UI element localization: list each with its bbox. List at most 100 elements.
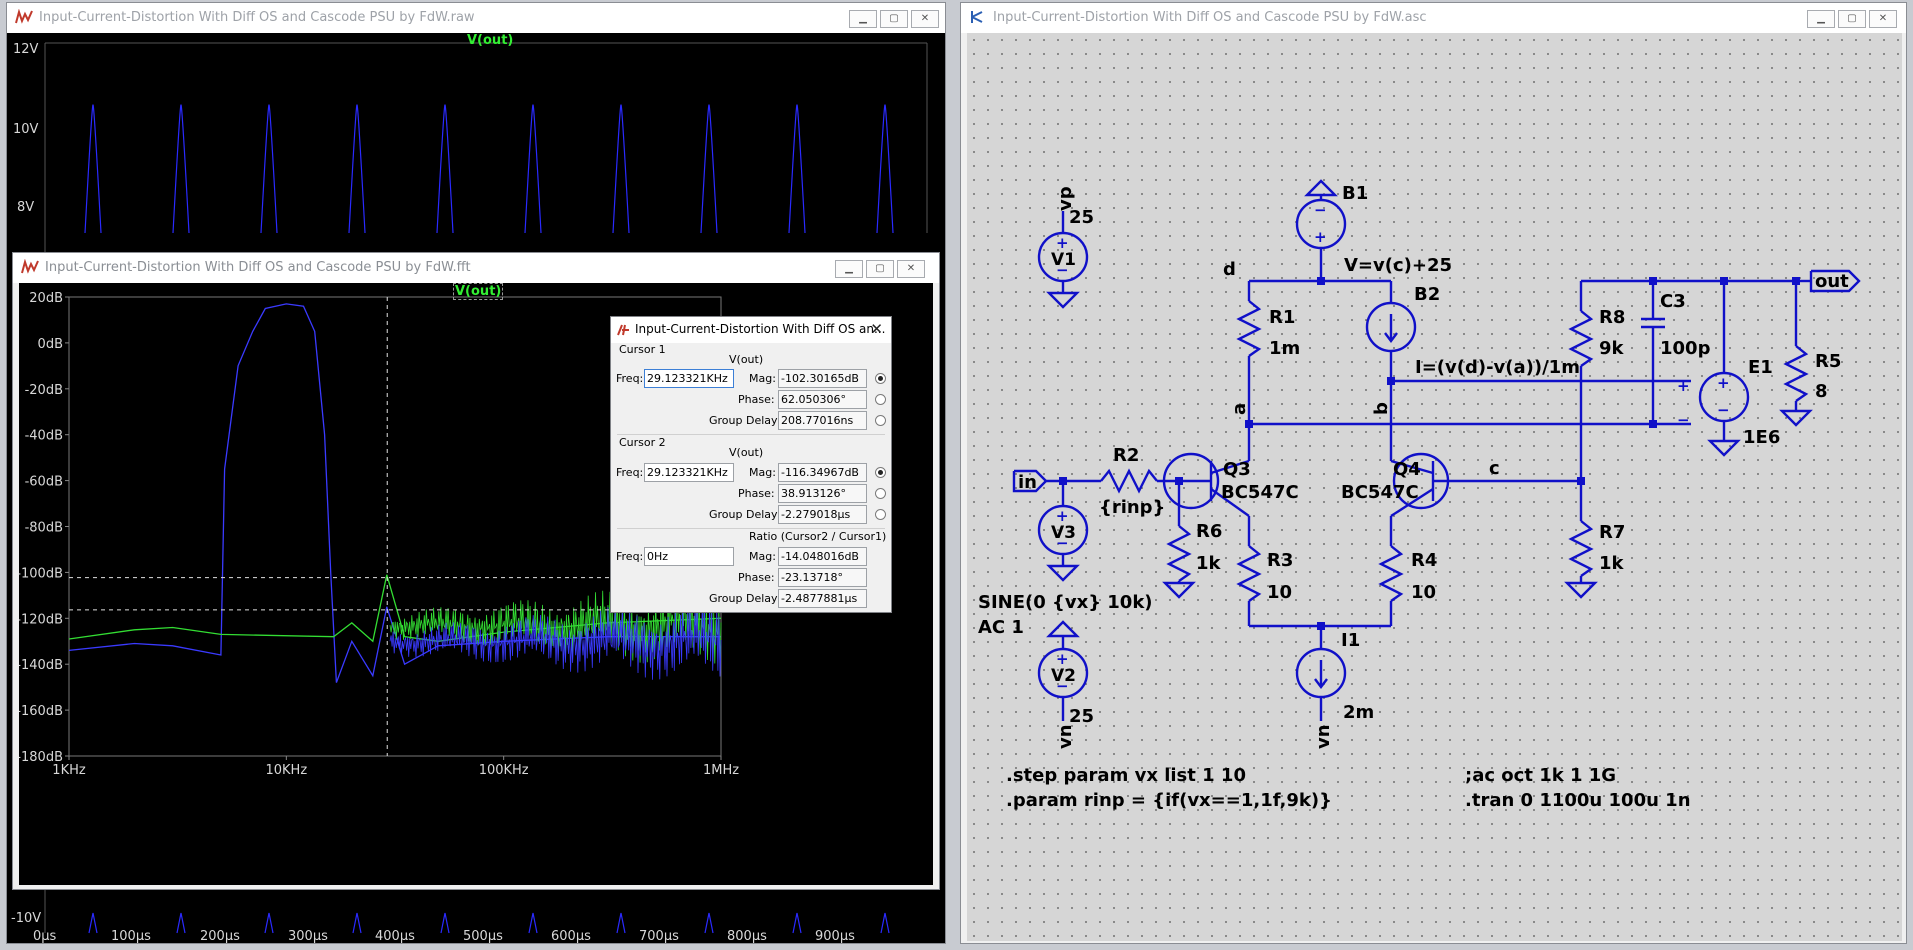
label-r4-value: 10 bbox=[1411, 582, 1436, 603]
label-r8: R8 bbox=[1599, 307, 1625, 328]
label-e1-value: 1E6 bbox=[1743, 427, 1780, 448]
cursor2-freq-input[interactable]: 29.123321KHz bbox=[644, 463, 734, 482]
raw-y-label-10v: 10V bbox=[13, 122, 39, 137]
fft-x-tick-label: 100KHz bbox=[479, 763, 529, 778]
maximize-button[interactable]: ▢ bbox=[1838, 10, 1866, 28]
raw-x-label: 800µs bbox=[727, 929, 767, 943]
label-node-d: d bbox=[1223, 259, 1236, 280]
ratio-freq-input[interactable]: 0Hz bbox=[644, 547, 734, 566]
spice-directive-tran: .tran 0 1100u 100u 1n bbox=[1465, 790, 1691, 811]
svg-text:−: − bbox=[1717, 401, 1730, 419]
fft-y-tick-label: -160dB bbox=[19, 704, 63, 719]
schematic-canvas[interactable]: + − + − + − − + + − + − vp 25 V1 B1 V=v(… bbox=[967, 33, 1902, 941]
close-icon[interactable]: ✕ bbox=[870, 320, 883, 338]
cursor1-phase-radio[interactable] bbox=[875, 394, 886, 405]
fft-y-tick-label: -60dB bbox=[25, 475, 63, 490]
label-vn-i1: vn bbox=[1313, 724, 1334, 749]
label-q4: Q4 bbox=[1393, 459, 1421, 480]
schematic-window-titlebar[interactable]: Input-Current-Distortion With Diff OS an… bbox=[961, 3, 1906, 33]
label-i1-value: 2m bbox=[1343, 702, 1374, 723]
label-node-c: c bbox=[1489, 458, 1500, 479]
cursor1-freq-input[interactable]: 29.123321KHz bbox=[644, 369, 734, 388]
fft-x-tick-label: 10KHz bbox=[265, 763, 307, 778]
label-r7-value: 1k bbox=[1599, 553, 1625, 574]
svg-text:−: − bbox=[1314, 201, 1327, 219]
cursor1-phase-label: Phase: bbox=[738, 393, 775, 406]
raw-x-label: 300µs bbox=[288, 929, 328, 943]
cursor2-group-delay-radio[interactable] bbox=[875, 509, 886, 520]
label-r6-value: 1k bbox=[1196, 553, 1222, 574]
label-b2-expression: I=(v(d)-v(a))/1m bbox=[1415, 357, 1580, 378]
schematic-window-title: Input-Current-Distortion With Diff OS an… bbox=[993, 10, 1427, 25]
minimize-button[interactable]: ▁ bbox=[849, 10, 877, 28]
cursor2-phase-value: 38.913126° bbox=[778, 484, 867, 503]
label-r2: R2 bbox=[1113, 445, 1139, 466]
ratio-freq-label: Freq: bbox=[616, 550, 644, 563]
label-e1: E1 bbox=[1748, 357, 1773, 378]
fft-y-tick-label: 0dB bbox=[38, 337, 63, 352]
label-r6: R6 bbox=[1196, 521, 1222, 542]
label-v3-ac: AC 1 bbox=[978, 617, 1024, 638]
label-b1: B1 bbox=[1342, 183, 1368, 204]
label-out: out bbox=[1815, 271, 1849, 292]
cursor1-phase-value: 62.050306° bbox=[778, 390, 867, 409]
label-r2-value: {rinp} bbox=[1099, 497, 1165, 518]
waveform-app-icon bbox=[21, 259, 39, 274]
label-v1-value: 25 bbox=[1069, 207, 1094, 228]
spice-directive-step: .step param vx list 1 10 bbox=[1006, 765, 1246, 786]
minimize-button[interactable]: ▁ bbox=[1807, 10, 1835, 28]
cursor-dialog-titlebar[interactable]: Input-Current-Distortion With Diff OS an… bbox=[611, 317, 891, 343]
maximize-button[interactable]: ▢ bbox=[866, 260, 894, 278]
close-button[interactable]: ✕ bbox=[897, 260, 925, 278]
raw-x-label: 400µs bbox=[375, 929, 415, 943]
spice-directive-param: .param rinp = {if(vx==1,1f,9k)} bbox=[1006, 790, 1332, 811]
close-button[interactable]: ✕ bbox=[911, 10, 939, 28]
cursor1-group-delay-label: Group Delay: bbox=[709, 414, 781, 427]
cursor1-mag-value: -102.30165dB bbox=[778, 369, 867, 388]
raw-trace-label[interactable]: V(out) bbox=[467, 33, 513, 48]
cursor2-mag-radio[interactable] bbox=[875, 467, 886, 478]
fft-window-titlebar[interactable]: Input-Current-Distortion With Diff OS an… bbox=[13, 253, 939, 283]
close-button[interactable]: ✕ bbox=[1869, 10, 1897, 28]
waveform-app-icon bbox=[15, 9, 33, 24]
label-c3-value: 100p bbox=[1660, 338, 1711, 359]
cursor2-heading: Cursor 2 bbox=[619, 436, 666, 449]
divider bbox=[617, 434, 885, 435]
fft-trace-label[interactable]: V(out) bbox=[453, 283, 504, 300]
raw-x-label: 500µs bbox=[463, 929, 503, 943]
label-b1-expression: V=v(c)+25 bbox=[1344, 255, 1452, 276]
raw-window-title: Input-Current-Distortion With Diff OS an… bbox=[39, 10, 475, 25]
label-r3: R3 bbox=[1267, 550, 1293, 571]
cursor1-mag-radio[interactable] bbox=[875, 373, 886, 384]
cursor1-group-delay-value: 208.77016ns bbox=[778, 411, 867, 430]
label-node-a: a bbox=[1229, 403, 1250, 415]
label-v2: V2 bbox=[1051, 666, 1076, 686]
cursor1-heading: Cursor 1 bbox=[619, 343, 666, 356]
maximize-button[interactable]: ▢ bbox=[880, 10, 908, 28]
fft-y-tick-label: -140dB bbox=[19, 658, 63, 673]
label-in: in bbox=[1018, 472, 1037, 493]
cursor2-phase-radio[interactable] bbox=[875, 488, 886, 499]
label-vn-v2: vn bbox=[1055, 724, 1076, 749]
cursor2-group-delay-value: -2.279018µs bbox=[778, 505, 867, 524]
schematic-app-icon bbox=[971, 11, 983, 23]
label-r8-value: 9k bbox=[1599, 338, 1625, 359]
label-node-b: b bbox=[1371, 402, 1392, 415]
raw-vout-trace bbox=[84, 104, 894, 234]
fft-y-tick-label: 20dB bbox=[29, 291, 63, 306]
schematic-window[interactable]: Input-Current-Distortion With Diff OS an… bbox=[960, 2, 1907, 944]
label-v2-value: 25 bbox=[1069, 706, 1094, 727]
cursor-dialog[interactable]: Input-Current-Distortion With Diff OS an… bbox=[610, 316, 892, 613]
minimize-button[interactable]: ▁ bbox=[835, 260, 863, 278]
cursor1-mag-label: Mag: bbox=[749, 372, 776, 385]
raw-window-titlebar[interactable]: Input-Current-Distortion With Diff OS an… bbox=[7, 3, 945, 33]
cursor2-mag-label: Mag: bbox=[749, 466, 776, 479]
fft-x-tick-label: 1KHz bbox=[52, 763, 86, 778]
svg-text:+: + bbox=[1314, 228, 1327, 246]
cursor2-phase-label: Phase: bbox=[738, 487, 775, 500]
cursor1-group-delay-radio[interactable] bbox=[875, 415, 886, 426]
cursor2-group-delay-label: Group Delay: bbox=[709, 508, 781, 521]
ratio-phase-value: -23.13718° bbox=[778, 568, 867, 587]
label-v3-sine: SINE(0 {vx} 10k) bbox=[978, 592, 1153, 613]
label-r4: R4 bbox=[1411, 550, 1437, 571]
